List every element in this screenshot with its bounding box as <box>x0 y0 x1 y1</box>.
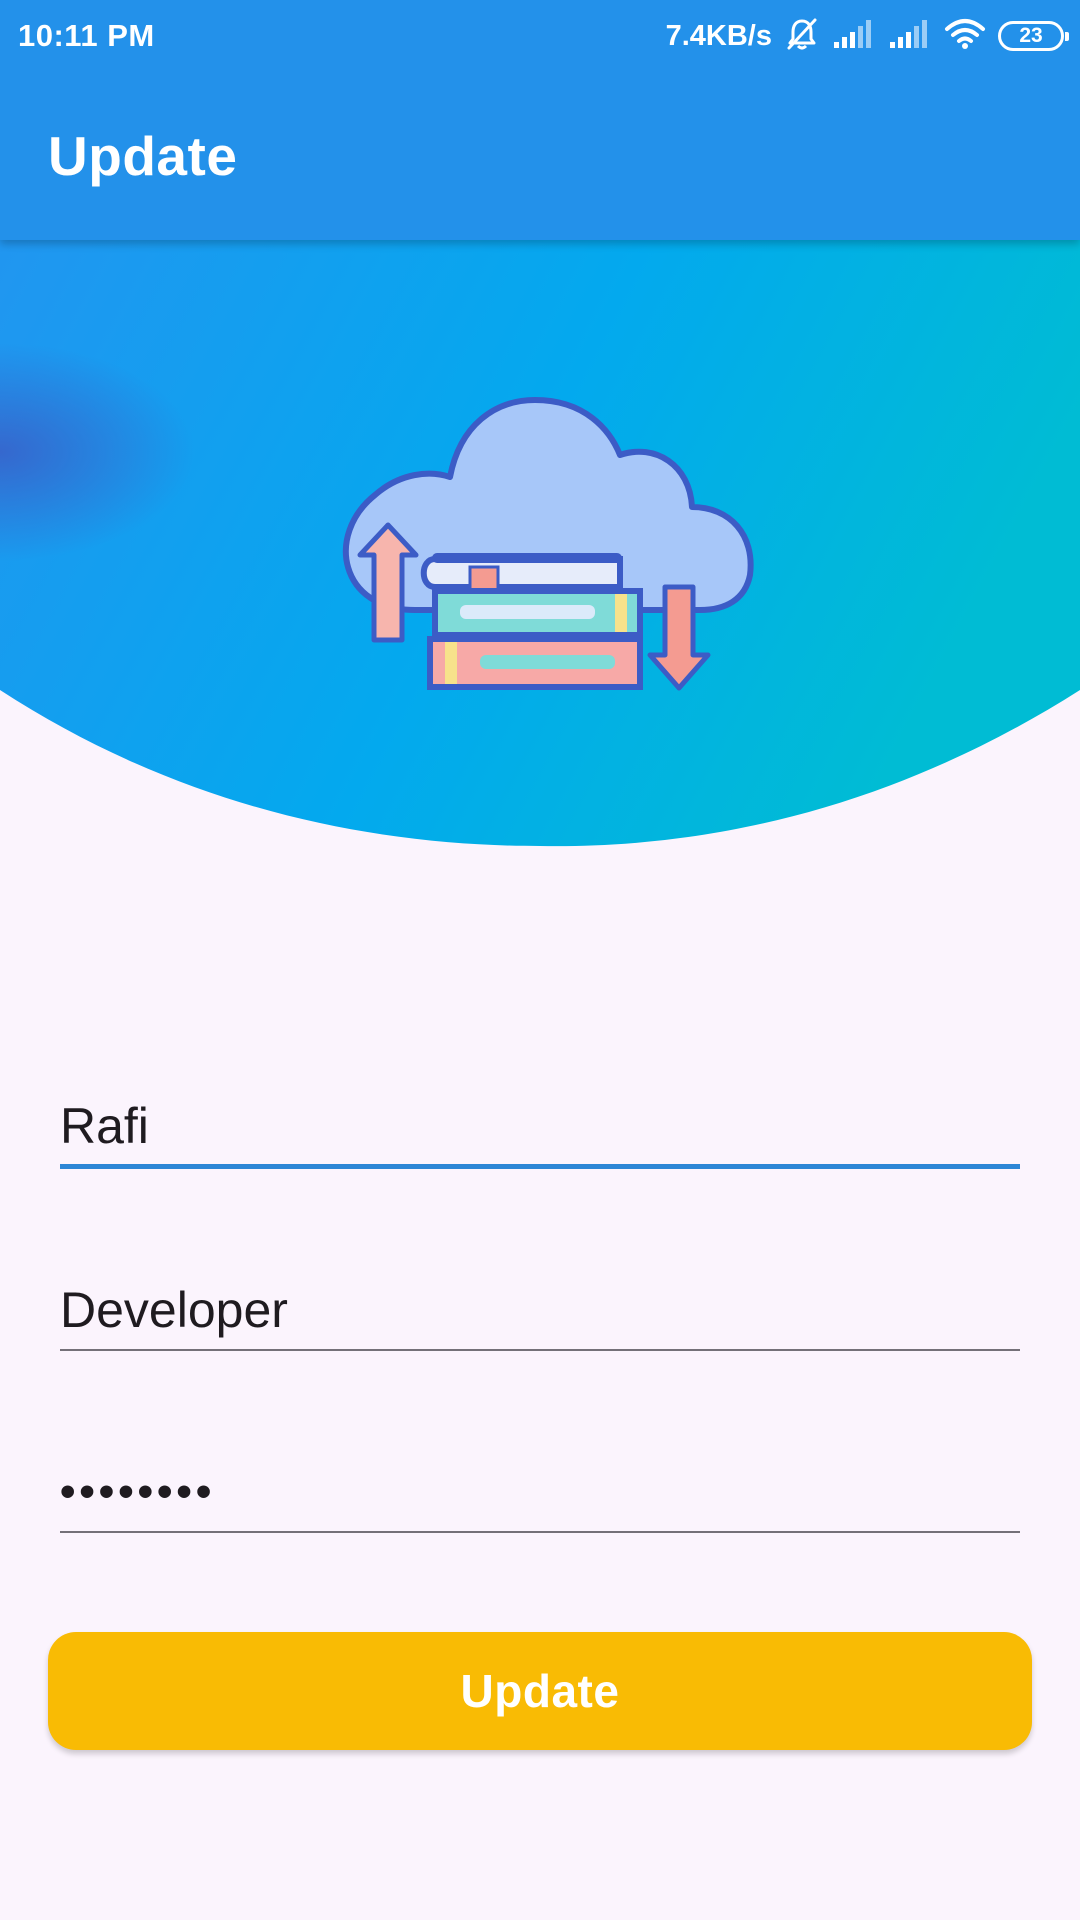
name-field-underline <box>60 1164 1020 1169</box>
battery-icon: 23 <box>998 21 1069 51</box>
page-title: Update <box>48 125 238 187</box>
role-field-underline <box>60 1349 1020 1351</box>
password-field[interactable]: •••••••• <box>60 1462 1020 1533</box>
password-input[interactable]: •••••••• <box>60 1462 1020 1522</box>
wifi-icon <box>944 17 986 56</box>
hero-banner <box>0 240 1080 860</box>
status-bar: 10:11 PM 7.4KB/s 23 <box>0 0 1080 72</box>
app-bar: Update <box>0 72 1080 240</box>
signal-icon <box>832 18 876 55</box>
network-speed: 7.4KB/s <box>665 19 772 52</box>
bell-off-icon <box>784 16 820 57</box>
status-icons: 7.4KB/s 23 <box>665 14 1069 58</box>
update-screen: 10:11 PM 7.4KB/s 23 Update Rafi Develope… <box>0 0 1080 1920</box>
status-time: 10:11 PM <box>18 18 155 53</box>
role-input[interactable]: Developer <box>60 1280 1020 1340</box>
password-field-underline <box>60 1531 1020 1533</box>
signal-icon <box>888 18 932 55</box>
cloud-books-illustration <box>342 397 754 691</box>
update-button[interactable]: Update <box>48 1632 1032 1750</box>
role-field[interactable]: Developer <box>60 1280 1020 1351</box>
name-field[interactable]: Rafi <box>60 1096 1020 1169</box>
name-input[interactable]: Rafi <box>60 1096 1020 1156</box>
